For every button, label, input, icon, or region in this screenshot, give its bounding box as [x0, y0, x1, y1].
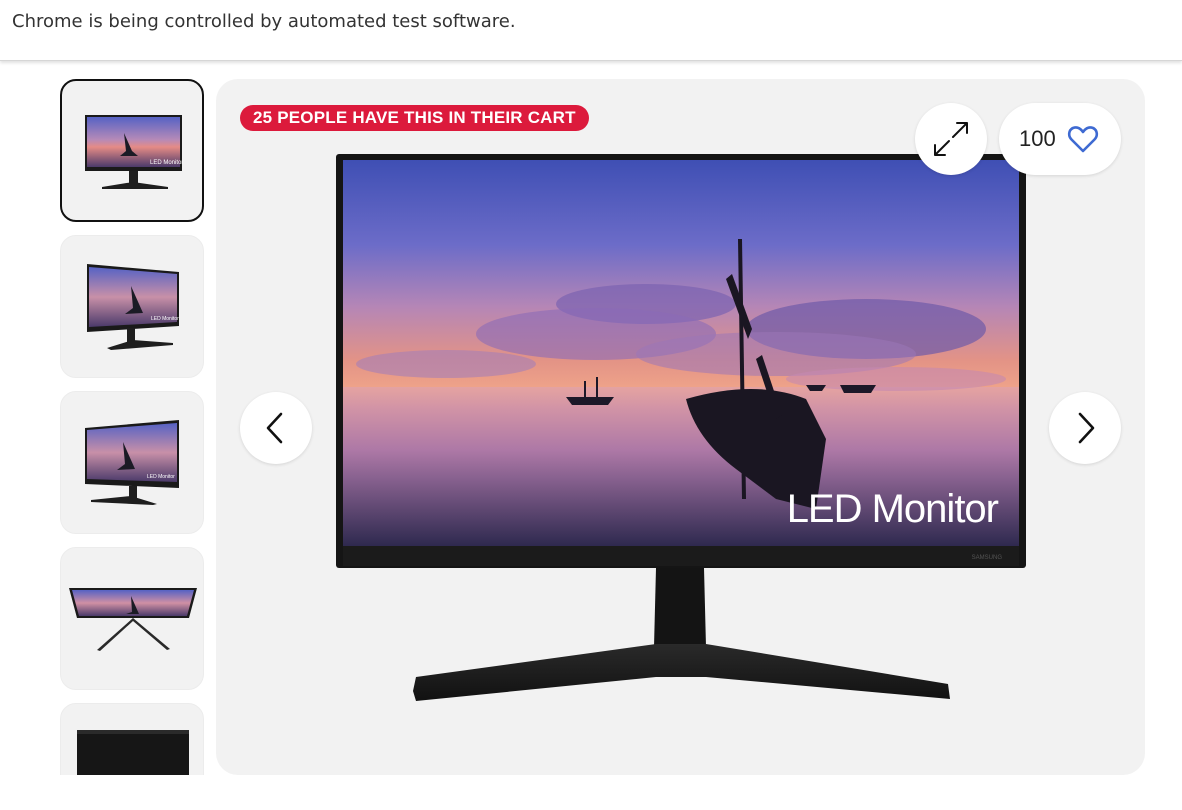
- thumbnail-1[interactable]: LED Monitor: [60, 79, 204, 222]
- automation-infobar: Chrome is being controlled by automated …: [0, 0, 1182, 61]
- previous-image-button[interactable]: [240, 392, 312, 464]
- brand-logo: SAMSUNG: [972, 555, 1003, 561]
- cart-count-badge: 25 PEOPLE HAVE THIS IN THEIR CART: [240, 105, 589, 131]
- thumbnail-2-image: LED Monitor: [87, 264, 179, 350]
- thumbnail-1-image: LED Monitor: [85, 115, 183, 189]
- thumbnail-1-caption: LED Monitor: [150, 160, 183, 166]
- thumbnail-5[interactable]: [60, 703, 204, 775]
- automation-message: Chrome is being controlled by automated …: [12, 11, 516, 32]
- thumbnail-strip[interactable]: LED Monitor LED Monitor LED Monitor: [60, 79, 204, 775]
- thumbnail-2[interactable]: LED Monitor: [60, 235, 204, 378]
- thumbnail-2-caption: LED Monitor: [151, 316, 179, 322]
- chevron-right-icon: [1078, 412, 1095, 444]
- heart-outline-icon: [1067, 126, 1099, 153]
- product-main-image: LED Monitor SAMSUNG: [336, 154, 1026, 701]
- next-image-button[interactable]: [1049, 392, 1121, 464]
- expand-arrows-icon: [934, 122, 968, 156]
- chevron-left-icon: [266, 412, 283, 444]
- favorite-button[interactable]: 100: [999, 103, 1121, 175]
- thumbnail-4[interactable]: [60, 547, 204, 690]
- thumbnail-3[interactable]: LED Monitor: [60, 391, 204, 534]
- thumbnail-4-image: [69, 588, 197, 651]
- product-image-stage[interactable]: LED Monitor SAMSUNG 25 PEOPLE HAVE THIS …: [216, 79, 1145, 775]
- thumbnail-3-image: LED Monitor: [85, 420, 179, 505]
- thumbnail-3-caption: LED Monitor: [147, 474, 175, 480]
- screen-caption: LED Monitor: [787, 487, 999, 531]
- thumbnail-5-image: [77, 730, 189, 775]
- fullscreen-button[interactable]: [915, 103, 987, 175]
- favorite-count: 100: [1019, 126, 1056, 151]
